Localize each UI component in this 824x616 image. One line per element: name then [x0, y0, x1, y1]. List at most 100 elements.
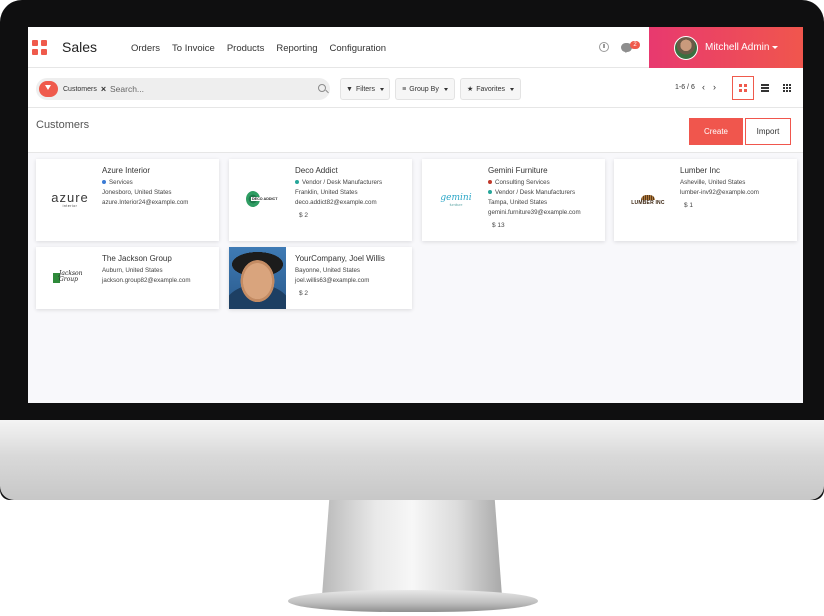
pager-next-icon[interactable]: › — [713, 82, 716, 92]
customer-location: Asheville, United States — [680, 179, 746, 186]
deco-addict-logo: DECO ADDICT — [235, 159, 291, 241]
grid-view-button[interactable] — [776, 76, 798, 100]
favorites-button[interactable]: ★ Favorites — [460, 78, 521, 100]
customer-card[interactable]: YourCompany, Joel Willis Bayonne, United… — [229, 247, 412, 309]
customer-name: YourCompany, Joel Willis — [295, 254, 385, 263]
import-button[interactable]: Import — [745, 118, 791, 145]
facet-label: Customers — [63, 85, 97, 93]
tag-label: Vendor / Desk Manufacturers — [302, 179, 383, 186]
tag-label: Consulting Services — [495, 179, 550, 186]
customer-location: Bayonne, United States — [295, 267, 361, 274]
azure-logo: azure interior — [42, 159, 98, 241]
grid-icon — [782, 83, 792, 93]
search-bar: Customers × — [36, 78, 330, 100]
customer-email: azure.Interior24@example.com — [102, 199, 189, 206]
main-menu: Orders To Invoice Products Reporting Con… — [131, 43, 386, 54]
tag-dot-icon — [295, 180, 299, 185]
chevron-down-icon — [443, 87, 448, 91]
tag-label: Vendor / Desk Manufacturers — [495, 189, 576, 196]
monitor-chin — [0, 420, 824, 500]
activity-clock-icon[interactable] — [599, 42, 609, 52]
app-screen: Sales Orders To Invoice Products Reporti… — [28, 27, 803, 403]
customer-card[interactable]: DECO ADDICT Deco Addict Vendor / Desk Ma… — [229, 159, 412, 241]
pager-value[interactable]: 1-6 / 6 — [675, 84, 695, 91]
customer-email: joel.willis63@example.com — [295, 277, 370, 284]
tag-dot-icon — [488, 180, 492, 185]
group-by-button[interactable]: ≡ Group By — [395, 78, 455, 100]
jackson-logo-text: Jackson Group — [59, 270, 83, 283]
customer-email: lumber-inv92@example.com — [680, 189, 759, 196]
deco-logo-text: DECO ADDICT — [251, 197, 279, 201]
person-photo — [229, 247, 286, 309]
customer-name: Gemini Furniture — [488, 166, 548, 175]
search-facet: Customers × — [39, 81, 106, 97]
customer-name: Azure Interior — [102, 166, 151, 175]
chevron-down-icon — [510, 87, 515, 91]
group-by-label: Group By — [409, 85, 439, 93]
list-icon — [761, 84, 769, 92]
top-navbar: Sales Orders To Invoice Products Reporti… — [28, 27, 803, 68]
bars-icon: ≡ — [402, 85, 407, 93]
customer-tag: Vendor / Desk Manufacturers — [488, 189, 599, 196]
monitor-stand — [322, 500, 502, 596]
jackson-logo: Jackson Group — [42, 247, 98, 309]
apps-menu-icon[interactable] — [32, 40, 47, 55]
menu-products[interactable]: Products — [227, 43, 265, 54]
menu-reporting[interactable]: Reporting — [276, 43, 317, 54]
lumber-logo-text: LUMBER INC — [631, 199, 665, 206]
customer-card[interactable]: LUMBER INC Lumber Inc Asheville, United … — [614, 159, 797, 241]
list-view-button[interactable] — [754, 76, 776, 100]
customer-card[interactable]: gemini furniture Gemini Furniture Consult… — [422, 159, 605, 241]
create-button[interactable]: Create — [689, 118, 743, 145]
filter-icon: ▼ — [346, 85, 353, 93]
pager-previous-icon[interactable]: ‹ — [702, 82, 705, 92]
divider — [28, 107, 803, 108]
customer-tag: Vendor / Desk Manufacturers — [295, 179, 406, 186]
kanban-icon — [739, 84, 747, 92]
gemini-logo-text: gemini — [440, 193, 472, 203]
search-icon[interactable] — [318, 84, 326, 92]
customer-email: gemini.furniture39@example.com — [488, 209, 581, 216]
user-menu[interactable]: Mitchell Admin — [649, 27, 803, 68]
customer-name: The Jackson Group — [102, 254, 172, 263]
menu-configuration[interactable]: Configuration — [330, 43, 387, 54]
lumber-logo: LUMBER INC — [620, 159, 676, 241]
chevron-down-icon — [380, 87, 384, 91]
customer-tag: Services — [102, 179, 213, 186]
favorites-label: Favorites — [476, 85, 506, 93]
avatar — [674, 36, 698, 60]
tag-dot-icon — [102, 180, 106, 185]
customer-email: jackson.group82@example.com — [102, 277, 191, 284]
customer-sales-count[interactable]: $ 13 — [492, 222, 599, 229]
search-input[interactable] — [110, 82, 300, 96]
customer-sales-count[interactable]: $ 1 — [684, 202, 791, 209]
app-name: Sales — [62, 39, 98, 55]
tag-label: Services — [109, 179, 133, 186]
customer-card[interactable]: azure interior Azure Interior Services Jo… — [36, 159, 219, 241]
kanban-view-button[interactable] — [732, 76, 754, 100]
menu-to-invoice[interactable]: To Invoice — [172, 43, 215, 54]
customer-name: Lumber Inc — [680, 166, 721, 175]
customer-card[interactable]: Jackson Group The Jackson Group Auburn, … — [36, 247, 219, 309]
customer-sales-count[interactable]: $ 2 — [299, 212, 406, 219]
gemini-logo: gemini furniture — [428, 159, 484, 241]
gemini-logo-subtext: furniture — [449, 203, 463, 207]
filter-icon — [39, 81, 58, 97]
customer-location: Tampa, United States — [488, 199, 548, 206]
customer-location: Franklin, United States — [295, 189, 358, 196]
menu-orders[interactable]: Orders — [131, 43, 160, 54]
tag-dot-icon — [488, 190, 492, 195]
page-title: Customers — [36, 119, 90, 131]
customer-location: Jonesboro, United States — [102, 189, 172, 196]
monitor-stand-base — [288, 590, 538, 612]
user-name: Mitchell Admin — [705, 42, 779, 53]
chat-badge: 2 — [630, 41, 640, 49]
customer-tag: Consulting Services — [488, 179, 599, 186]
facet-remove-icon[interactable]: × — [101, 84, 106, 94]
filters-button[interactable]: ▼ Filters — [340, 78, 390, 100]
customer-name: Deco Addict — [295, 166, 338, 175]
azure-logo-text: azure — [51, 190, 89, 205]
customer-location: Auburn, United States — [102, 267, 163, 274]
customer-email: deco.addict82@example.com — [295, 199, 377, 206]
customer-sales-count[interactable]: $ 2 — [299, 290, 406, 297]
